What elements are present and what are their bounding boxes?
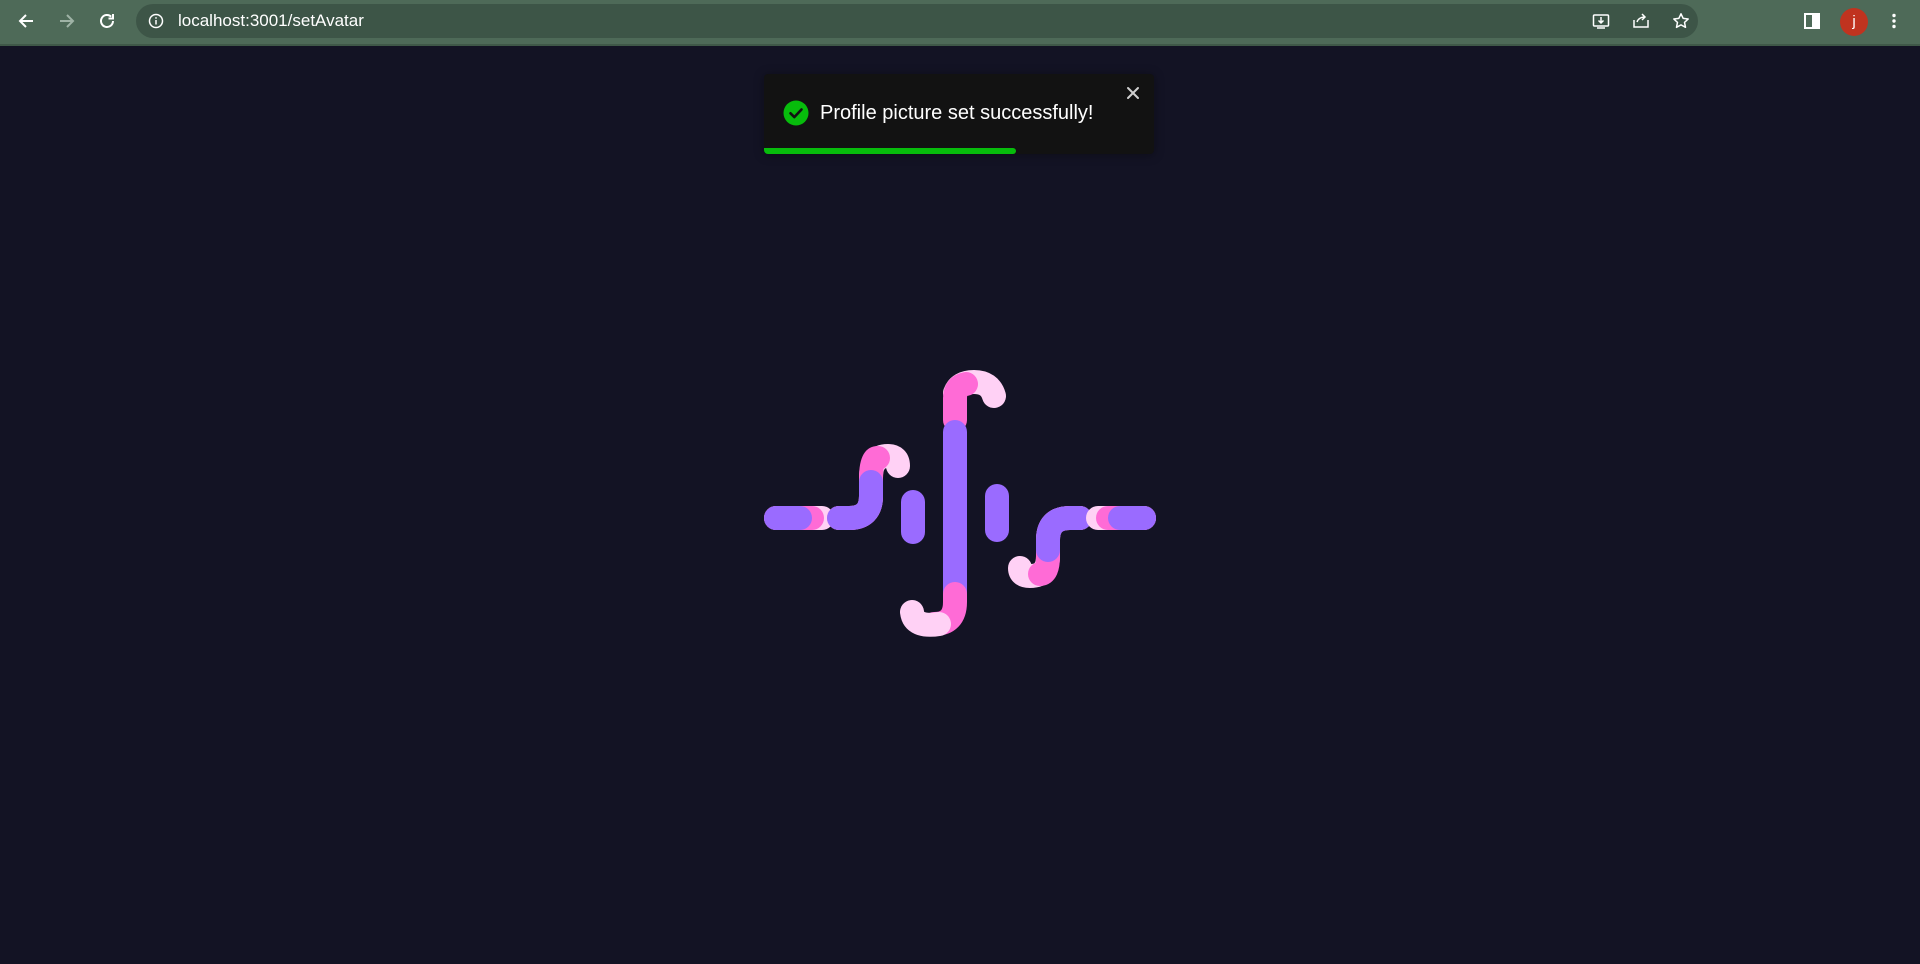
reload-icon bbox=[100, 14, 114, 28]
loader-stroke-left-curve-purple bbox=[827, 470, 883, 530]
toast-progress-track bbox=[764, 148, 1154, 154]
profile-avatar[interactable]: j bbox=[1840, 8, 1868, 36]
kebab-menu-icon bbox=[1892, 13, 1896, 29]
arrow-right-icon bbox=[60, 14, 75, 28]
toast-close-button[interactable] bbox=[1122, 82, 1144, 104]
close-icon bbox=[1127, 87, 1139, 99]
loader-stroke-right-curve-purple bbox=[1036, 506, 1092, 562]
toast-progress-bar bbox=[764, 148, 1016, 154]
bookmark-button[interactable] bbox=[1668, 8, 1694, 34]
side-panel-button[interactable] bbox=[1796, 5, 1828, 37]
toast-message: Profile picture set successfully! bbox=[820, 102, 1094, 124]
install-app-icon bbox=[1592, 14, 1610, 29]
info-icon[interactable] bbox=[148, 13, 164, 29]
reload-button[interactable] bbox=[91, 5, 123, 37]
install-app-button[interactable] bbox=[1588, 8, 1614, 34]
check-circle-icon bbox=[783, 100, 809, 126]
back-button[interactable] bbox=[10, 5, 42, 37]
browser-toolbar: localhost:3001/setAvatar j bbox=[0, 0, 1920, 46]
url-text: localhost:3001/setAvatar bbox=[178, 11, 364, 30]
share-icon bbox=[1633, 13, 1649, 28]
star-icon bbox=[1673, 13, 1689, 29]
success-toast[interactable]: Profile picture set successfully! bbox=[764, 74, 1154, 154]
menu-button[interactable] bbox=[1878, 5, 1910, 37]
share-button[interactable] bbox=[1628, 8, 1654, 34]
loader-stroke-center-light-bottom bbox=[900, 600, 951, 637]
address-bar[interactable]: localhost:3001/setAvatar bbox=[136, 4, 1698, 38]
arrow-left-icon bbox=[18, 14, 33, 28]
loader-animation bbox=[764, 370, 1156, 637]
forward-button[interactable] bbox=[51, 5, 83, 37]
loader-stroke-center-pink-top bbox=[943, 372, 978, 432]
side-panel-icon bbox=[1804, 13, 1820, 29]
